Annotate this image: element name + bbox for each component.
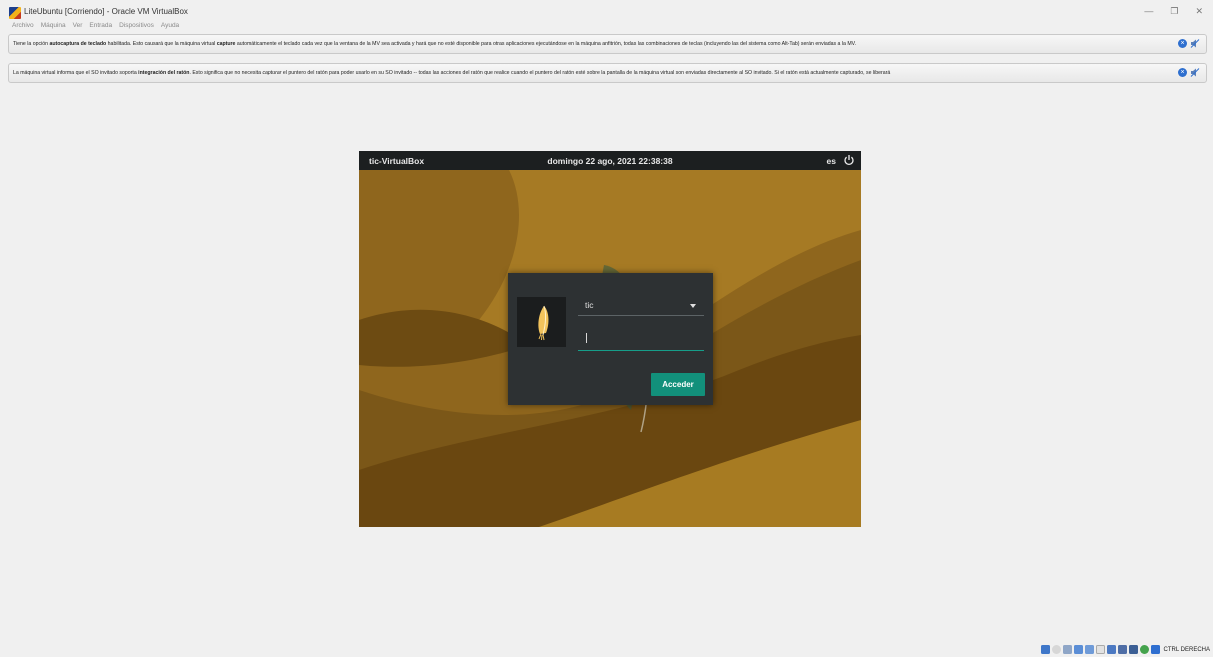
close-notice-icon[interactable]: × — [1178, 39, 1187, 48]
close-button[interactable]: ✕ — [1195, 6, 1203, 17]
notice-text: Tiene la opción autocaptura de teclado h… — [13, 41, 1178, 47]
status-bar: CTRL DERECHA — [1040, 644, 1210, 655]
notice-text-italic: capturar — [262, 70, 282, 76]
vm-display[interactable]: tic-VirtualBox domingo 22 ago, 2021 22:3… — [359, 151, 861, 527]
shared-folders-icon[interactable] — [1095, 645, 1105, 654]
do-not-show-again-icon[interactable] — [1190, 39, 1200, 48]
user-avatar — [517, 297, 566, 347]
notice-text: La máquina virtual informa que el SO inv… — [13, 70, 1178, 76]
keyboard-layout-indicator[interactable]: es — [827, 156, 836, 166]
restore-button[interactable]: ❐ — [1170, 6, 1178, 17]
menu-dispositivos[interactable]: Dispositivos — [119, 22, 154, 29]
keyboard-icon[interactable] — [1150, 645, 1160, 654]
hard-disk-icon[interactable] — [1040, 645, 1050, 654]
optical-drive-icon[interactable] — [1051, 645, 1061, 654]
network-icon[interactable] — [1073, 645, 1083, 654]
window-title: LiteUbuntu [Corriendo] - Oracle VM Virtu… — [24, 7, 188, 16]
notice-actions: × — [1178, 68, 1200, 77]
notice-text-part: La máquina virtual informa que el SO inv… — [13, 70, 139, 76]
selected-username: tic — [585, 300, 594, 310]
mouse-integration-notice: La máquina virtual informa que el SO inv… — [8, 63, 1207, 83]
display-icon[interactable] — [1106, 645, 1116, 654]
menu-maquina[interactable]: Máquina — [41, 22, 66, 29]
menu-entrada[interactable]: Entrada — [89, 22, 112, 29]
power-icon[interactable] — [843, 154, 855, 166]
window-controls: — ❐ ✕ — [1144, 6, 1203, 17]
notice-text-part: Tiene la opción — [13, 41, 50, 47]
notice-actions: × — [1178, 39, 1200, 48]
text-cursor — [586, 333, 587, 343]
cpu-icon[interactable] — [1128, 645, 1138, 654]
minimize-button[interactable]: — — [1144, 6, 1153, 17]
notice-text-part: . Esto significa que no necesita — [189, 70, 263, 76]
login-button[interactable]: Acceder — [651, 373, 705, 396]
password-field[interactable] — [578, 327, 704, 351]
clock: domingo 22 ago, 2021 22:38:38 — [547, 156, 673, 166]
menu-bar: Archivo Máquina Ver Entrada Dispositivos… — [12, 22, 179, 29]
menu-ayuda[interactable]: Ayuda — [161, 22, 179, 29]
chevron-down-icon — [690, 304, 696, 308]
close-notice-icon[interactable]: × — [1178, 68, 1187, 77]
virtualbox-icon — [9, 7, 21, 19]
username-dropdown[interactable]: tic — [578, 293, 704, 316]
title-bar: LiteUbuntu [Corriendo] - Oracle VM Virtu… — [0, 0, 1213, 22]
lubuntu-feather-icon — [538, 305, 549, 341]
menu-ver[interactable]: Ver — [73, 22, 83, 29]
audio-icon[interactable] — [1062, 645, 1072, 654]
notice-text-part: automáticamente el teclado cada vez que … — [235, 41, 857, 47]
video-capture-icon[interactable] — [1117, 645, 1127, 654]
notice-text-bold: integración del ratón — [138, 70, 190, 76]
do-not-show-again-icon[interactable] — [1190, 68, 1200, 77]
notice-text-bold: autocaptura de teclado — [49, 41, 107, 47]
host-key-label: CTRL DERECHA — [1163, 646, 1210, 653]
guest-top-panel: tic-VirtualBox domingo 22 ago, 2021 22:3… — [359, 151, 861, 170]
notice-text-part: habilitada. Esto causará que la máquina … — [106, 41, 217, 47]
mouse-integration-icon[interactable] — [1139, 645, 1149, 654]
notice-text-bold: capture — [216, 41, 236, 47]
menu-archivo[interactable]: Archivo — [12, 22, 34, 29]
usb-icon[interactable] — [1084, 645, 1094, 654]
keyboard-capture-notice: Tiene la opción autocaptura de teclado h… — [8, 34, 1207, 54]
login-dialog: tic Acceder — [508, 273, 713, 405]
notice-text-part: el puntero del ratón para poder usarlo e… — [281, 70, 891, 76]
